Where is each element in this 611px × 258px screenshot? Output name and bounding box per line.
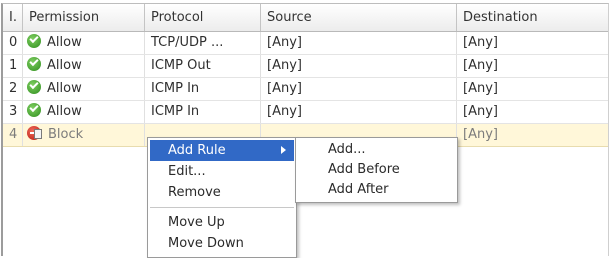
submenu-arrow-icon xyxy=(281,146,286,154)
destination-cell: [Any] xyxy=(463,81,498,96)
allow-icon xyxy=(27,80,41,94)
table-row[interactable]: 0 Allow TCP/UDP ... [Any] [Any] xyxy=(3,32,608,55)
row-index: 4 xyxy=(3,124,23,146)
permission-label: Allow xyxy=(47,35,82,50)
protocol-cell: ICMP In xyxy=(145,101,261,123)
permission-cell: Allow xyxy=(23,78,145,100)
menu-item-remove[interactable]: Remove xyxy=(150,182,294,203)
source-cell: [Any] xyxy=(261,55,457,77)
protocol-cell: ICMP In xyxy=(145,78,261,100)
destination-cell: [Any] xyxy=(463,127,498,142)
source-cell: [Any] xyxy=(261,101,457,123)
submenu-item-add[interactable]: Add... xyxy=(298,140,455,160)
permission-cell: Allow xyxy=(23,101,145,123)
protocol-cell: ICMP Out xyxy=(145,55,261,77)
row-index: 1 xyxy=(3,55,23,77)
menu-separator xyxy=(150,207,294,208)
table-header: I. Permission Protocol Source Destinatio… xyxy=(3,4,608,32)
row-index: 0 xyxy=(3,32,23,54)
permission-label: Allow xyxy=(47,104,82,119)
permission-cell: Allow xyxy=(23,32,145,54)
destination-cell: [Any] xyxy=(463,104,498,119)
destination-cell: [Any] xyxy=(463,58,498,73)
block-icon xyxy=(27,126,43,140)
column-header-destination[interactable]: Destination xyxy=(457,4,608,31)
rules-table: I. Permission Protocol Source Destinatio… xyxy=(1,3,609,256)
permission-label: Allow xyxy=(47,81,82,96)
protocol-cell: TCP/UDP ... xyxy=(145,32,261,54)
allow-icon xyxy=(27,34,41,48)
menu-item-edit[interactable]: Edit... xyxy=(150,161,294,182)
row-index: 2 xyxy=(3,78,23,100)
context-menu: Add Rule Edit... Remove Move Up Move Dow… xyxy=(147,137,297,258)
destination-cell: [Any] xyxy=(463,35,498,50)
permission-label: Block xyxy=(48,127,84,142)
permission-cell: Block xyxy=(23,124,145,146)
menu-item-move-down[interactable]: Move Down xyxy=(150,233,294,254)
source-cell: [Any] xyxy=(261,32,457,54)
column-header-permission[interactable]: Permission xyxy=(23,4,145,31)
source-cell: [Any] xyxy=(261,78,457,100)
allow-icon xyxy=(27,103,41,117)
row-index: 3 xyxy=(3,101,23,123)
permission-cell: Allow xyxy=(23,55,145,77)
submenu-item-add-after[interactable]: Add After xyxy=(298,180,455,200)
column-header-source[interactable]: Source xyxy=(261,4,457,31)
table-row[interactable]: 1 Allow ICMP Out [Any] [Any] xyxy=(3,55,608,78)
permission-label: Allow xyxy=(47,58,82,73)
menu-item-add-rule[interactable]: Add Rule xyxy=(150,140,294,161)
column-header-index[interactable]: I. xyxy=(3,4,23,31)
menu-item-label: Add Rule xyxy=(168,143,226,158)
allow-icon xyxy=(27,57,41,71)
add-rule-submenu: Add... Add Before Add After xyxy=(295,137,458,203)
submenu-item-add-before[interactable]: Add Before xyxy=(298,160,455,180)
table-row[interactable]: 2 Allow ICMP In [Any] [Any] xyxy=(3,78,608,101)
column-header-protocol[interactable]: Protocol xyxy=(145,4,261,31)
menu-item-move-up[interactable]: Move Up xyxy=(150,212,294,233)
table-row[interactable]: 3 Allow ICMP In [Any] [Any] xyxy=(3,101,608,124)
